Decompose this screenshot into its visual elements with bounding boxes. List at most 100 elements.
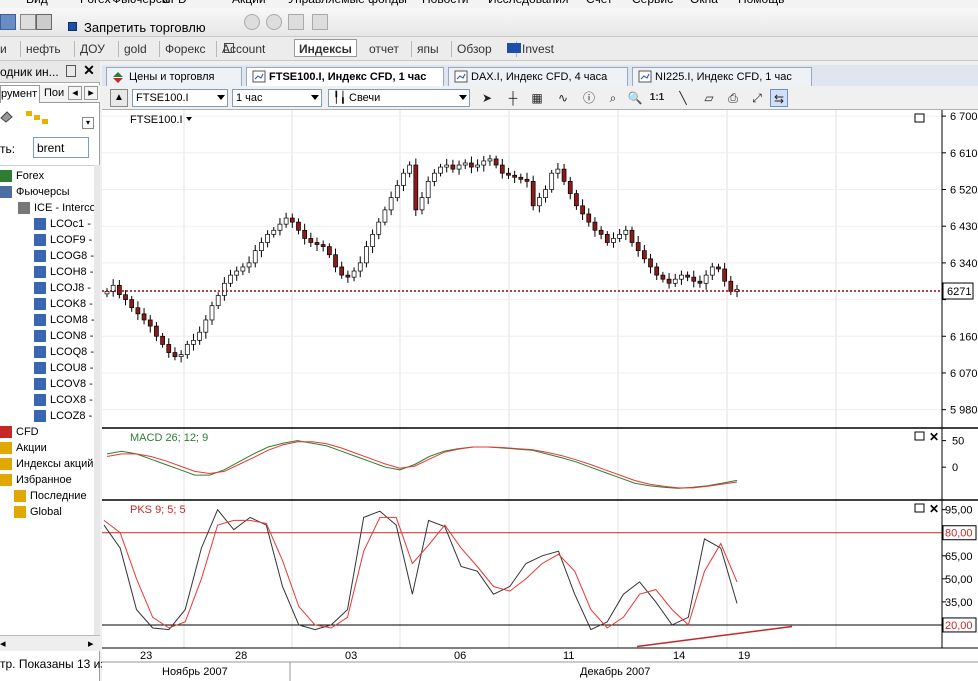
candle-body (166, 344, 172, 353)
timeframe-select[interactable]: 1 час (232, 89, 322, 107)
instrument-icon (34, 346, 46, 358)
tab-search[interactable]: Пои (44, 87, 64, 99)
crosshair-icon[interactable]: ┼ (504, 89, 522, 107)
candle-body (117, 284, 122, 296)
zoom-1to1-button[interactable]: 1:1 (648, 89, 666, 107)
save-icon[interactable] (0, 14, 16, 30)
grid-icon[interactable]: ▦ (528, 89, 546, 107)
candle-body (506, 172, 511, 176)
menu-item[interactable]: Помощь (738, 0, 784, 6)
menu-item[interactable]: CFD (162, 0, 187, 6)
candle-body (289, 217, 295, 223)
panel-title: одник ин... (0, 65, 59, 79)
maximize-icon (914, 503, 925, 513)
candle-body (672, 278, 678, 284)
candle-body (691, 276, 697, 282)
menu-item[interactable]: Вид (26, 0, 48, 6)
home-icon[interactable] (288, 14, 304, 30)
separator (159, 41, 160, 57)
eraser-icon[interactable] (0, 109, 14, 123)
separator (118, 41, 119, 57)
candle-body (635, 242, 641, 252)
candle-body (716, 266, 721, 270)
candle-body (209, 305, 215, 321)
tab-ftse100[interactable]: FTSE100.I, Индекс CFD, 1 час (246, 67, 444, 86)
quick-tab[interactable]: отчет (369, 40, 399, 58)
candle-body (469, 162, 474, 168)
quick-tab[interactable]: и (0, 40, 7, 58)
chart-shift-icon[interactable]: ⇆ (770, 89, 788, 107)
candle-body (425, 180, 431, 199)
tree-scrollbar[interactable] (94, 165, 100, 635)
tab-instrument[interactable]: румент (0, 85, 40, 103)
instrument-select[interactable]: FTSE100.I (132, 89, 228, 107)
candle-body (481, 160, 487, 166)
pin-icon[interactable] (66, 65, 76, 77)
search-label: ть: (0, 142, 16, 156)
candle-body (129, 299, 135, 309)
y-tick-label: 6 340 (950, 258, 978, 270)
dropdown-icon[interactable]: ▾ (82, 117, 94, 129)
tab-scroll-left-icon[interactable]: ◂ (68, 86, 82, 100)
quick-tab[interactable]: Форекс (165, 40, 206, 58)
candle-body (172, 352, 178, 358)
quick-tab[interactable]: ДОУ (80, 40, 105, 58)
candle-body (394, 185, 400, 199)
candle-body (388, 197, 394, 211)
zoom-icon[interactable]: 🔍 (626, 89, 644, 107)
tab-label: NI225.I, Индекс CFD, 1 час (655, 71, 792, 83)
menu-item[interactable]: Новости (422, 0, 468, 6)
menu-item[interactable]: Счет (586, 0, 613, 6)
candle-body (401, 172, 406, 186)
chart-area[interactable]: 6271 FTSE100.I MACD 26; 12; 9 ✕ PKS 9; 5; … (102, 110, 978, 681)
menu-item[interactable]: Forex (80, 0, 111, 6)
menu-item[interactable]: Акции (232, 0, 266, 6)
collapse-icon[interactable]: ▲ (110, 89, 128, 107)
tab-scroll-right-icon[interactable]: ▸ (84, 86, 98, 100)
chart-type-select[interactable]: ╿╽ Свечи (328, 89, 470, 107)
candle-body (351, 270, 357, 278)
tab-ni225[interactable]: NI225.I, Индекс CFD, 1 час (632, 67, 812, 86)
cursor-icon[interactable]: ➤ (478, 89, 496, 107)
back-icon[interactable] (244, 14, 260, 30)
data-window-icon[interactable]: ⌕ (604, 89, 622, 107)
menu-item[interactable]: Исследования (488, 0, 568, 6)
x-tick-label: 14 (673, 650, 685, 662)
eraser-tool-icon[interactable]: ▱ (700, 89, 718, 107)
quick-tab[interactable]: Обзор (457, 40, 492, 58)
search-input[interactable] (33, 137, 89, 158)
candle-body (703, 274, 709, 284)
y-tick-label: 6 700 (950, 111, 978, 123)
quick-tab[interactable]: япы (417, 40, 439, 58)
candle-body (104, 291, 110, 295)
tab-prices-trading[interactable]: Цены и торговля (106, 67, 242, 86)
autoscroll-icon[interactable]: ⤢ (748, 89, 766, 107)
candle-body (611, 238, 616, 243)
horizontal-scrollbar[interactable]: ◂ ▸ (0, 635, 100, 651)
y-tick-label: 6 070 (950, 368, 978, 380)
indicators-icon[interactable]: ∿ (554, 89, 572, 107)
ban-trading-label[interactable]: Запретить торговлю (84, 20, 206, 35)
quick-tab[interactable]: нефть (26, 40, 61, 58)
close-icon[interactable]: ✕ (82, 63, 96, 78)
folder-icon (14, 490, 26, 502)
print-preview-icon[interactable] (20, 14, 36, 30)
menu-item[interactable]: Окна (690, 0, 718, 6)
quick-tab[interactable]: Индексы (294, 39, 357, 57)
candle-body (370, 233, 375, 247)
info-icon[interactable]: ⓘ (580, 89, 598, 107)
print-chart-icon[interactable]: ⎙ (724, 89, 742, 107)
refresh-icon[interactable] (312, 14, 328, 30)
line-tool-icon[interactable]: ╲ (674, 89, 692, 107)
tree-item-label: Избранное (16, 474, 72, 486)
filter-icon[interactable] (24, 109, 64, 124)
tab-dax[interactable]: DAX.I, Индекс CFD, 4 часа (448, 67, 628, 86)
forward-icon[interactable] (266, 14, 282, 30)
print-icon[interactable] (36, 14, 52, 30)
quick-tab[interactable]: gold (124, 40, 147, 58)
tab-label: FTSE100.I, Индекс CFD, 1 час (269, 71, 427, 83)
ban-trading-checkbox[interactable] (68, 22, 77, 31)
menu-item[interactable]: Управляемые фонды (288, 0, 407, 6)
menu-item[interactable]: Сервис (632, 0, 673, 6)
quick-tab[interactable]: Invest (522, 40, 554, 58)
